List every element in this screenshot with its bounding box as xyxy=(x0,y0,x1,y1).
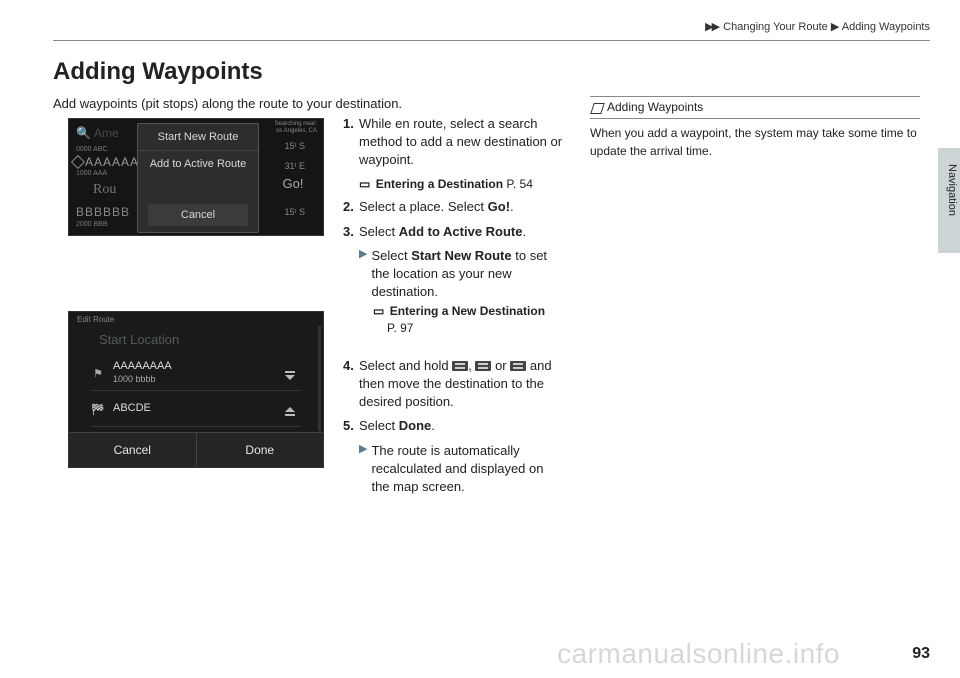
info-body: When you add a waypoint, the system may … xyxy=(590,125,920,160)
move-up-icon xyxy=(510,361,526,371)
step-3-text: Select Add to Active Route. xyxy=(359,223,563,241)
intro-text: Add waypoints (pit stops) along the rout… xyxy=(53,96,402,111)
go-button[interactable]: Go! xyxy=(275,176,311,191)
done-button[interactable]: Done xyxy=(197,433,324,467)
search-icon: 🔍 xyxy=(76,126,91,140)
triangle-icon: ▶ xyxy=(359,442,367,497)
edit-route-header: Edit Route xyxy=(77,315,114,324)
route-row-1[interactable]: ⚑ AAAAAAAA 1000 bbbb xyxy=(91,356,301,391)
result-row-a: AAAAAA xyxy=(85,155,139,169)
breadcrumb: ▶▶ Changing Your Route ▶ Adding Waypoint… xyxy=(705,20,930,33)
dist-1: 15ᵗ S xyxy=(285,141,306,151)
search-bar: 🔍 Ame xyxy=(76,126,119,140)
step-2-text: Select a place. Select Go!. xyxy=(359,198,563,216)
side-tab-label: Navigation xyxy=(946,164,958,216)
step-4-text: Select and hold , or and then move the d… xyxy=(359,357,563,412)
step-3-ref-label: Entering a New Destination xyxy=(390,304,545,318)
result-sub-1: 0000 ABC xyxy=(76,146,108,153)
screenshot-edit-route: Edit Route Start Location ⚑ AAAAAAAA 100… xyxy=(68,311,324,468)
scrollbar[interactable] xyxy=(318,326,321,431)
step-4: 4. Select and hold , or and then move th… xyxy=(343,357,563,412)
step-2: 2. Select a place. Select Go!. xyxy=(343,198,563,216)
step-5-num: 5. xyxy=(343,417,359,435)
drag-handle-icon xyxy=(452,361,468,371)
page-title: Adding Waypoints xyxy=(53,58,263,86)
route-popup: Start New Route Add to Active Route Canc… xyxy=(137,123,259,233)
step-3: 3. Select Add to Active Route. xyxy=(343,223,563,241)
breadcrumb-arrows-icon: ▶▶ xyxy=(705,21,718,33)
header-rule xyxy=(53,40,930,41)
step-1-ref-label: Entering a Destination xyxy=(376,177,503,191)
step-5-text: Select Done. xyxy=(359,417,563,435)
screenshots-column: 🔍 Ame Searching near: os Angeles, CA 000… xyxy=(68,118,328,468)
route-row-1-text: AAAAAAAA 1000 bbbb xyxy=(113,360,172,386)
info-header-icon xyxy=(590,102,603,113)
route-row-1-line1: AAAAAAAA xyxy=(113,360,172,372)
breadcrumb-section: Changing Your Route xyxy=(723,21,828,33)
step-3-sub: ▶ Select Start New Route to set the loca… xyxy=(359,247,563,302)
flag-icon: ⚑ xyxy=(91,367,105,380)
result-sub-2: 1000 AAA xyxy=(76,170,107,177)
step-3-ref: ▭ Entering a New Destination P. 97 xyxy=(373,303,563,337)
step-5-sub: ▶ The route is automatically recalculate… xyxy=(359,442,563,497)
step-1-ref: ▭ Entering a Destination P. 54 xyxy=(359,176,563,193)
steps-column: 1. While en route, select a search metho… xyxy=(343,115,563,496)
move-down-icon[interactable] xyxy=(283,368,297,378)
diamond-icon xyxy=(71,155,85,169)
info-column: Adding Waypoints When you add a waypoint… xyxy=(590,96,920,160)
popup-start-new-route[interactable]: Start New Route xyxy=(138,124,258,150)
route-row-1-line2: 1000 bbbb xyxy=(113,374,156,384)
cancel-button[interactable]: Cancel xyxy=(69,433,197,467)
link-icon: ▭ xyxy=(359,177,370,191)
screenshot-route-popup: 🔍 Ame Searching near: os Angeles, CA 000… xyxy=(68,118,324,236)
checkered-flag-icon: 🏁 xyxy=(91,403,105,416)
info-header: Adding Waypoints xyxy=(590,96,920,119)
step-1: 1. While en route, select a search metho… xyxy=(343,115,563,170)
step-3-ref-page: P. 97 xyxy=(387,321,413,335)
step-1-text: While en route, select a search method t… xyxy=(359,115,563,170)
link-icon: ▭ xyxy=(373,304,384,318)
triangle-icon: ▶ xyxy=(359,247,367,302)
near-city: os Angeles, CA xyxy=(276,128,317,134)
near-header: Searching near: xyxy=(275,121,317,127)
info-header-text: Adding Waypoints xyxy=(607,99,703,116)
search-text: Ame xyxy=(94,126,119,140)
move-down-icon xyxy=(475,361,491,371)
start-location-label: Start Location xyxy=(99,332,179,347)
step-2-num: 2. xyxy=(343,198,359,216)
route-row-2[interactable]: 🏁 ABCDE xyxy=(91,392,301,427)
edit-route-buttons: Cancel Done xyxy=(69,432,323,467)
step-3-sub-text: Select Start New Route to set the locati… xyxy=(371,247,563,302)
dist-3: 15ᵗ S xyxy=(285,207,306,217)
route-row-2-text: ABCDE xyxy=(113,402,151,415)
result-sub-3: 2000 BBB xyxy=(76,221,108,228)
step-4-num: 4. xyxy=(343,357,359,412)
breadcrumb-page: Adding Waypoints xyxy=(842,21,930,33)
watermark: carmanualsonline.info xyxy=(557,638,840,670)
step-5: 5. Select Done. xyxy=(343,417,563,435)
breadcrumb-arrow-icon: ▶ xyxy=(831,21,837,33)
step-1-num: 1. xyxy=(343,115,359,170)
popup-cancel-button[interactable]: Cancel xyxy=(148,204,248,226)
step-1-ref-page: P. 54 xyxy=(506,177,532,191)
page-number: 93 xyxy=(912,645,930,663)
step-3-num: 3. xyxy=(343,223,359,241)
result-row-b: BBBBBB xyxy=(76,205,130,219)
step-5-sub-text: The route is automatically recalculated … xyxy=(371,442,563,497)
result-row-rou: Rou xyxy=(93,182,116,198)
popup-add-active-route[interactable]: Add to Active Route xyxy=(138,150,258,177)
move-up-icon[interactable] xyxy=(283,404,297,414)
dist-2: 31ᵗ E xyxy=(285,161,306,171)
